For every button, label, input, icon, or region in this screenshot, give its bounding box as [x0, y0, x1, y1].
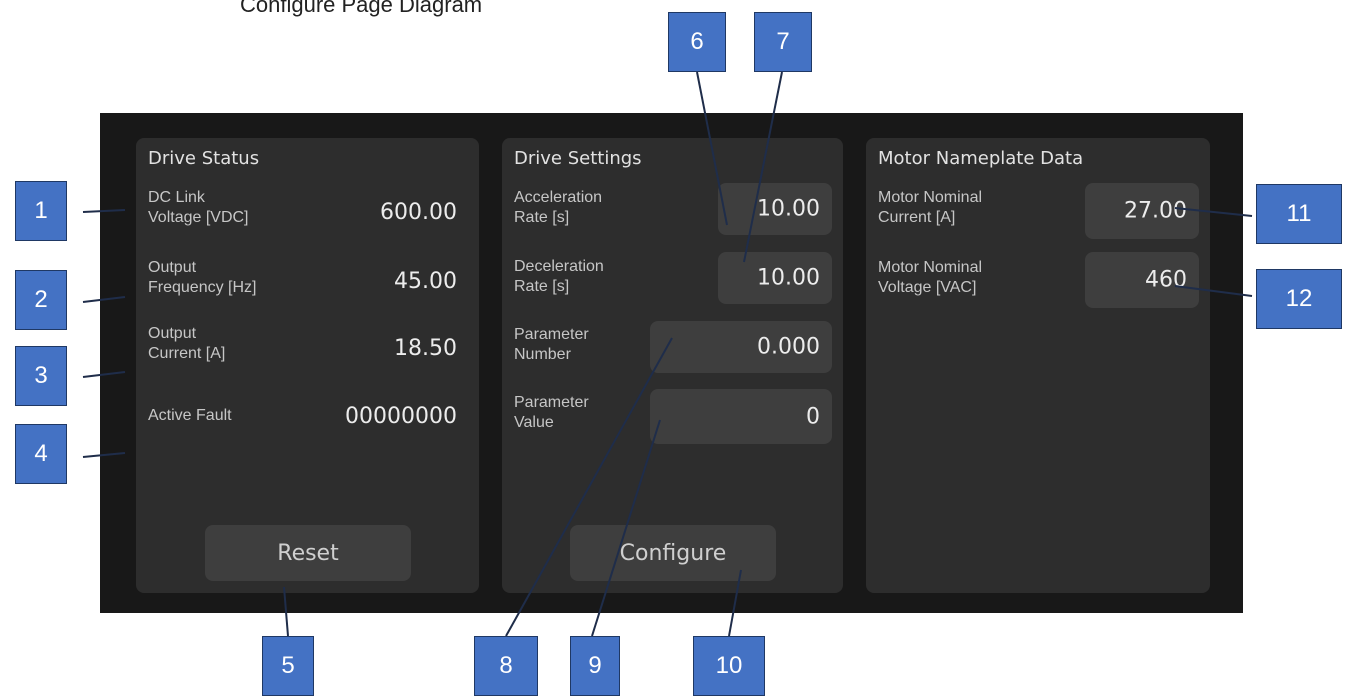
- callout-4: 4: [15, 424, 67, 484]
- callout-6: 6: [668, 12, 726, 72]
- callout-5: 5: [262, 636, 314, 696]
- callout-3: 3: [15, 346, 67, 406]
- leader-line-2: [82, 296, 126, 303]
- callout-leader-lines: [82, 71, 1253, 637]
- callout-1: 1: [15, 181, 67, 241]
- callout-10: 10: [693, 636, 765, 696]
- leader-line-3: [82, 371, 126, 378]
- leader-line-4: [82, 452, 126, 458]
- callout-2: 2: [15, 270, 67, 330]
- leader-line-7: [743, 71, 783, 263]
- leader-line-8: [505, 337, 673, 637]
- callout-7: 7: [754, 12, 812, 72]
- leader-line-5: [283, 586, 289, 637]
- leader-line-11: [1174, 207, 1253, 217]
- callout-9: 9: [570, 636, 620, 696]
- callout-12: 12: [1256, 269, 1342, 329]
- callout-8: 8: [474, 636, 538, 696]
- leader-line-10: [728, 569, 742, 637]
- leader-line-9: [591, 419, 661, 637]
- leader-line-6: [696, 71, 728, 226]
- callout-11: 11: [1256, 184, 1342, 244]
- leader-line-12: [1174, 285, 1253, 297]
- leader-line-1: [82, 209, 126, 213]
